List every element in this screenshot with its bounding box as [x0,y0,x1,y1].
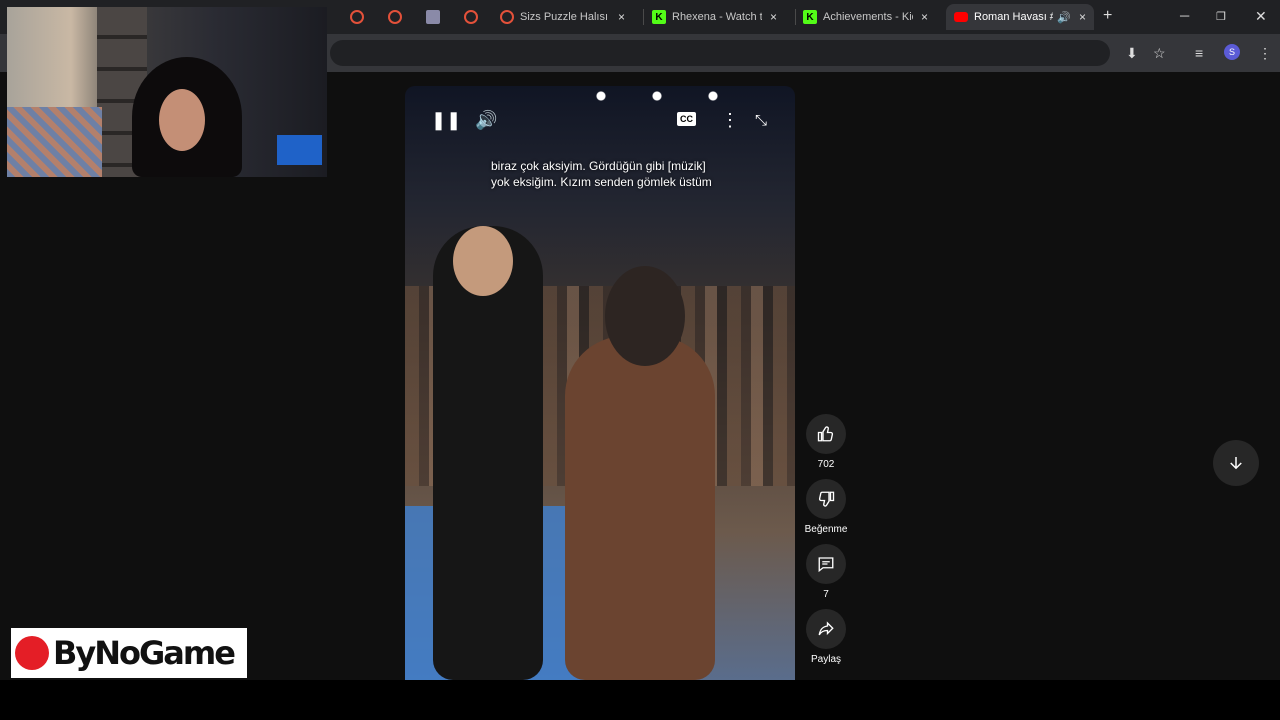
kick-icon: K [803,10,817,24]
volume-icon[interactable]: 🔊 [475,110,497,131]
logo-mark-icon [15,636,49,670]
tab-puzzle[interactable]: Sizs Puzzle Halısı 600 × [500,4,640,30]
streamer-webcam [7,7,327,177]
audio-playing-icon[interactable]: 🔊 [1057,11,1071,24]
share-label: Paylaş [810,654,841,665]
arrow-down-icon [1230,457,1242,470]
dislike-label: Beğenme [804,524,848,535]
next-video-button[interactable] [1213,440,1259,486]
tab-separator [795,9,796,25]
logo-text: ByNoGame [53,634,236,672]
comments-button[interactable] [806,544,846,584]
share-icon [818,621,834,636]
close-icon[interactable]: × [770,10,777,24]
video-dancer-right-head [605,266,685,366]
comment-icon [818,557,834,573]
captions-button[interactable]: CC [677,112,696,126]
profile-avatar[interactable]: S [1224,44,1240,60]
tab-title: Rhexena - Watch the [672,11,762,23]
comment-count: 7 [823,589,829,600]
screen: Sizs Puzzle Halısı 600 × K Rhexena - Wat… [0,0,1280,720]
webcam-monitor [277,135,322,165]
bookmark-star-icon[interactable]: ☆ [1153,45,1166,62]
close-icon[interactable]: × [921,10,928,24]
tab-achievements[interactable]: K Achievements - Kick × [803,4,943,30]
site-icon [350,10,364,24]
new-tab-button[interactable]: + [1103,7,1112,25]
video-dancer-right [565,336,715,680]
thumbs-down-icon [818,491,835,507]
tab-pinned-1[interactable] [350,4,370,30]
site-icon [464,10,478,24]
media-control-icon[interactable]: ≡ [1195,45,1203,61]
short-video-player[interactable]: ❚❚ 🔊 CC ⋮ ⤡ biraz çok aksiyim. Gördüğün … [405,86,795,680]
more-options-icon[interactable]: ⋮ [721,110,739,131]
caption-line: biraz çok aksiyim. Gördüğün gibi [müzik] [491,159,706,173]
kick-icon: K [652,10,666,24]
site-icon [500,10,514,24]
tab-separator [643,9,644,25]
tab-rhexena[interactable]: K Rhexena - Watch the × [652,4,792,30]
menu-kebab-icon[interactable]: ⋮ [1258,45,1272,62]
tab-pinned-2[interactable] [388,4,408,30]
tab-title: Achievements - Kick [823,11,913,23]
site-icon [388,10,402,24]
like-button[interactable] [806,414,846,454]
letterbox-bar [0,680,1280,720]
youtube-icon [954,12,968,22]
minimize-icon[interactable]: ─ [1180,8,1189,23]
webcam-bed [7,107,102,177]
close-icon[interactable]: × [618,10,625,24]
tab-title: Sizs Puzzle Halısı 600 [520,11,610,23]
restore-icon[interactable]: ❐ [1216,10,1226,23]
mail-icon [426,10,440,24]
video-dancer-left-head [453,226,513,296]
webcam-streamer-face [159,89,205,151]
address-bar[interactable] [330,40,1110,66]
bynogame-logo: ByNoGame [11,628,247,678]
close-icon[interactable]: × [1079,10,1086,24]
thumbs-up-icon [817,426,834,442]
tab-youtube-active[interactable]: Roman Havası # 🔊 × [946,4,1094,30]
tab-pinned-4[interactable] [464,4,484,30]
install-app-icon[interactable]: ⬇ [1126,45,1138,62]
tab-title: Roman Havası # [974,11,1054,23]
dislike-button[interactable] [806,479,846,519]
tab-pinned-3[interactable] [426,4,446,30]
exit-fullscreen-icon[interactable]: ⤡ [755,112,767,129]
share-button[interactable] [806,609,846,649]
caption-line: yok eksiğim. Kızım senden gömlek üstüm [491,175,712,189]
pause-icon[interactable]: ❚❚ [431,110,461,131]
like-count: 702 [817,459,835,470]
video-captions: biraz çok aksiyim. Gördüğün gibi [müzik]… [491,158,751,190]
window-close-icon[interactable]: ✕ [1255,8,1267,25]
string-lights [585,86,745,106]
